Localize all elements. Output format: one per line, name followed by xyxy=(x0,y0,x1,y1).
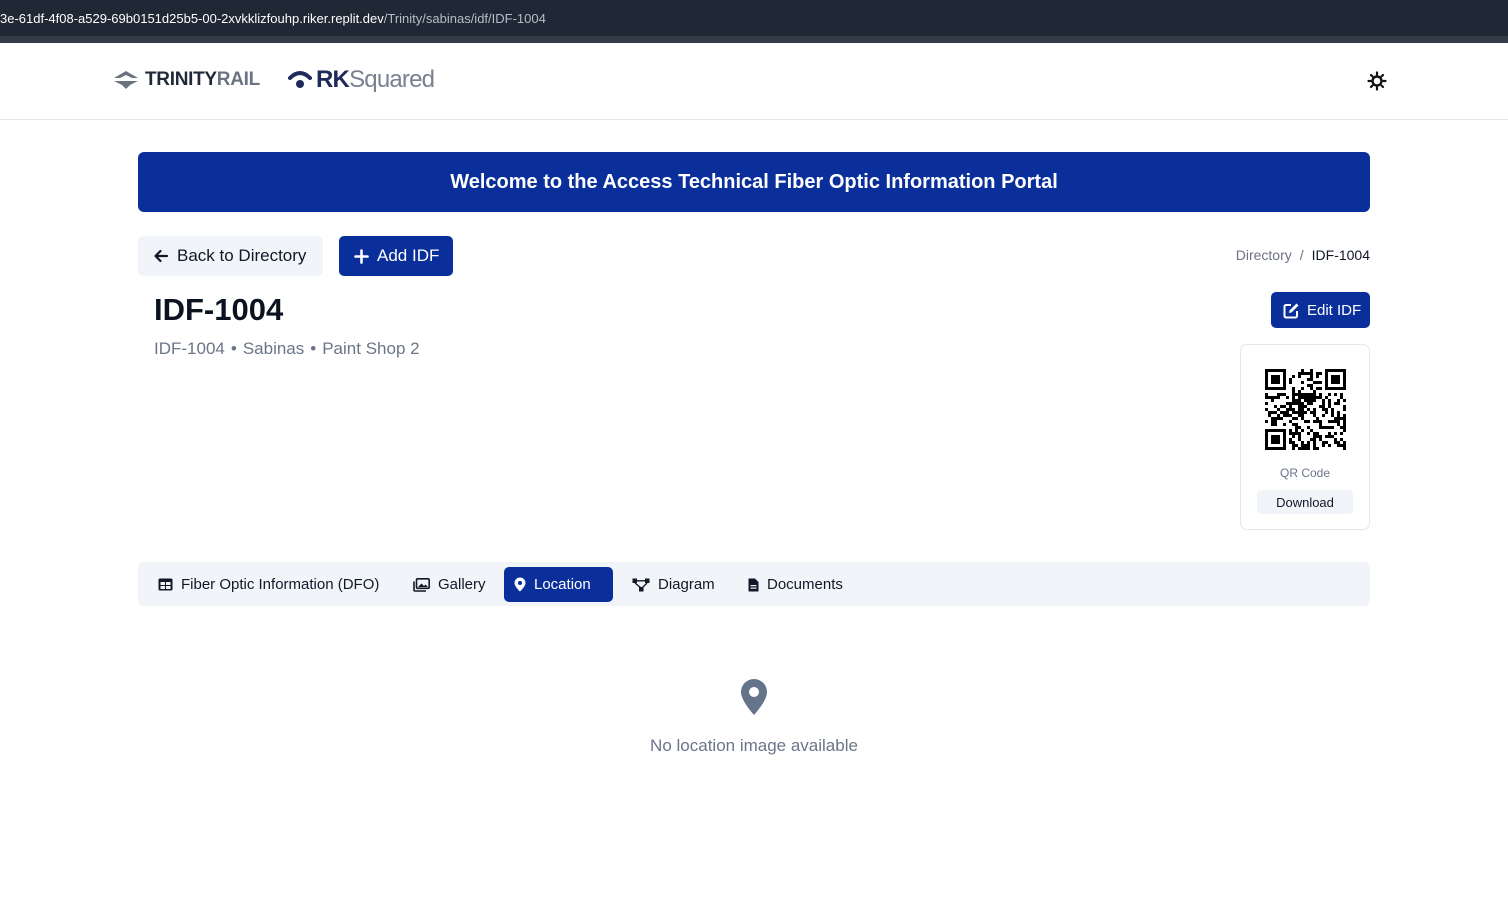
site-header: TRINITYRAIL RKSquared xyxy=(0,43,1508,120)
back-label: Back to Directory xyxy=(177,246,307,265)
tab-label: Diagram xyxy=(658,576,715,593)
back-to-directory-button[interactable]: Back to Directory xyxy=(138,236,323,276)
subtitle-site: Sabinas xyxy=(242,339,305,358)
map-pin-icon xyxy=(741,679,767,715)
trinity-logo-text: TRINITYRAIL xyxy=(145,69,260,90)
browser-address-bar[interactable]: 3e-61df-4f08-a529-69b0151d25b5-00-2xvkkl… xyxy=(0,0,1508,43)
rk-logo-text: RKSquared xyxy=(316,66,435,93)
breadcrumb-directory-link[interactable]: Directory xyxy=(1236,247,1292,263)
trinity-logo-icon xyxy=(114,71,138,89)
rk-logo-icon xyxy=(288,71,312,88)
tab-fiber-optic-information[interactable]: Fiber Optic Information (DFO) xyxy=(148,567,389,602)
qr-code-card: QR Code Download xyxy=(1240,344,1370,530)
idf-tabs: Fiber Optic Information (DFO) Gallery Lo… xyxy=(138,562,1370,606)
tab-label: Gallery xyxy=(438,576,486,593)
welcome-banner-text: Welcome to the Access Technical Fiber Op… xyxy=(450,170,1058,193)
tab-diagram[interactable]: Diagram xyxy=(622,567,725,602)
add-label: Add IDF xyxy=(377,246,440,265)
sun-icon xyxy=(1367,71,1387,91)
breadcrumb: Directory / IDF-1004 xyxy=(1236,247,1370,263)
breadcrumb-separator: / xyxy=(1299,247,1304,263)
page-title: IDF-1004 xyxy=(154,292,284,327)
url-host: 3e-61df-4f08-a529-69b0151d25b5-00-2xvkkl… xyxy=(0,11,384,26)
file-icon xyxy=(748,578,759,591)
edit-idf-button[interactable]: Edit IDF xyxy=(1271,292,1370,328)
edit-label: Edit IDF xyxy=(1307,301,1362,319)
page-subtitle: IDF-1004 • Sabinas • Paint Shop 2 xyxy=(154,339,420,359)
location-empty-state: No location image available xyxy=(0,678,1508,756)
trinity-rail-logo[interactable]: TRINITYRAIL xyxy=(113,69,260,91)
network-icon xyxy=(632,578,650,591)
add-idf-button[interactable]: Add IDF xyxy=(339,236,453,276)
subtitle-location: Paint Shop 2 xyxy=(322,339,420,358)
images-icon xyxy=(413,577,430,592)
url-path: /Trinity/sabinas/idf/IDF-1004 xyxy=(383,11,546,26)
empty-message: No location image available xyxy=(650,736,858,755)
edit-icon xyxy=(1283,303,1299,318)
tab-label: Fiber Optic Information (DFO) xyxy=(181,576,380,593)
tab-gallery[interactable]: Gallery xyxy=(403,567,496,602)
qr-code-image xyxy=(1265,369,1346,450)
theme-toggle-button[interactable] xyxy=(1366,70,1388,92)
qr-download-button[interactable]: Download xyxy=(1257,490,1353,514)
welcome-banner: Welcome to the Access Technical Fiber Op… xyxy=(138,152,1370,212)
qr-code-label: QR Code xyxy=(1279,466,1331,480)
url-text[interactable]: 3e-61df-4f08-a529-69b0151d25b5-00-2xvkkl… xyxy=(0,11,546,26)
breadcrumb-current: IDF-1004 xyxy=(1311,247,1370,263)
map-pin-icon xyxy=(514,577,526,592)
subtitle-dot: • xyxy=(230,339,237,358)
arrow-left-icon xyxy=(154,249,169,263)
plus-icon xyxy=(354,248,369,264)
tab-location[interactable]: Location xyxy=(504,567,613,602)
table-icon xyxy=(158,578,173,591)
tab-label: Location xyxy=(534,576,591,593)
tab-documents[interactable]: Documents xyxy=(738,567,853,602)
subtitle-dot: • xyxy=(310,339,317,358)
tab-label: Documents xyxy=(767,576,843,593)
rk-squared-logo[interactable]: RKSquared xyxy=(288,66,435,94)
subtitle-idf: IDF-1004 xyxy=(154,339,225,358)
